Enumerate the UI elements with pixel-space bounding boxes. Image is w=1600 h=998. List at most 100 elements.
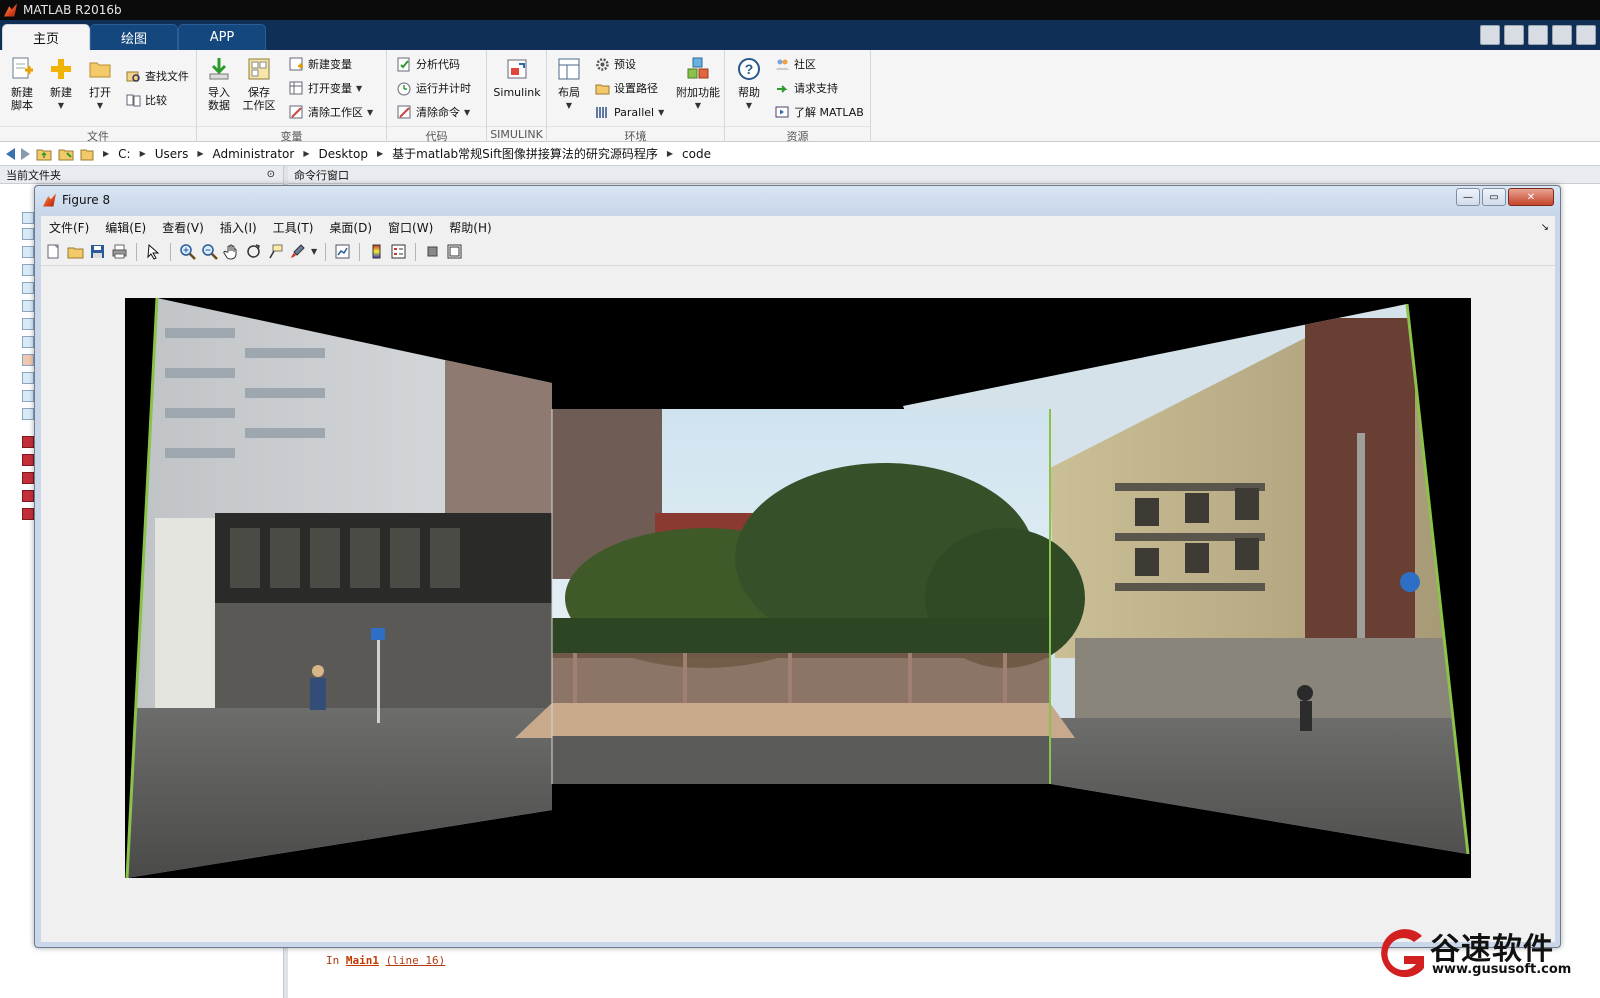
parallel-dropdown-icon[interactable]: ▼ xyxy=(658,108,664,117)
breadcrumb-item[interactable]: Users xyxy=(155,147,189,161)
save-workspace-button[interactable]: 保存 工作区 xyxy=(241,56,277,112)
file-icon[interactable] xyxy=(22,408,34,420)
image-file-icon[interactable] xyxy=(22,436,34,448)
file-icon[interactable] xyxy=(22,264,34,276)
file-icon[interactable] xyxy=(22,372,34,384)
community-button[interactable]: 社区 xyxy=(775,54,816,74)
menu-help[interactable]: 帮助(H) xyxy=(449,219,491,236)
toolstrip-tabs: 主页 绘图 APP xyxy=(0,20,1600,50)
image-file-icon[interactable] xyxy=(22,490,34,502)
colorbar-icon[interactable] xyxy=(368,243,385,260)
quick-access-cut-icon[interactable] xyxy=(1528,25,1548,45)
back-arrow-icon[interactable] xyxy=(6,147,15,160)
hide-plot-tools-icon[interactable] xyxy=(424,243,441,260)
dock-arrow-icon[interactable]: ↘ xyxy=(1541,222,1549,233)
zoom-out-icon[interactable] xyxy=(201,243,218,260)
new-script-button[interactable]: 新建 脚本 xyxy=(4,56,40,112)
data-cursor-icon[interactable] xyxy=(267,243,284,260)
breadcrumb-item[interactable]: 基于matlab常规Sift图像拼接算法的研究源码程序 xyxy=(392,145,658,162)
analyze-code-button[interactable]: 分析代码 xyxy=(397,54,460,74)
compare-button[interactable]: 比较 xyxy=(126,90,167,110)
figure-title-bar[interactable]: Figure 8 — ▭ ✕ xyxy=(35,186,1560,214)
clear-workspace-dropdown-icon[interactable]: ▼ xyxy=(367,108,373,117)
file-icon[interactable] xyxy=(22,300,34,312)
file-icon[interactable] xyxy=(22,390,34,402)
open-button[interactable]: 打开 ▼ xyxy=(82,56,118,112)
menu-window[interactable]: 窗口(W) xyxy=(388,219,433,236)
open-variable-dropdown-icon[interactable]: ▼ xyxy=(356,84,362,93)
new-figure-icon[interactable] xyxy=(45,243,62,260)
file-icon[interactable] xyxy=(22,212,34,224)
breadcrumb-item[interactable]: C: xyxy=(118,147,130,161)
tab-apps[interactable]: APP xyxy=(178,24,266,50)
maximize-button[interactable]: ▭ xyxy=(1482,188,1506,206)
learn-matlab-button[interactable]: 了解 MATLAB xyxy=(775,102,864,122)
save-icon[interactable] xyxy=(89,243,106,260)
pan-hand-icon[interactable] xyxy=(223,243,240,260)
layout-button[interactable]: 布局 ▼ xyxy=(551,56,587,112)
line-link[interactable]: (line 16) xyxy=(386,954,446,967)
new-button[interactable]: 新建 ▼ xyxy=(43,56,79,112)
tab-plots[interactable]: 绘图 xyxy=(90,24,178,50)
quick-access-copy-icon[interactable] xyxy=(1552,25,1572,45)
file-icon[interactable] xyxy=(22,282,34,294)
quick-access-save-icon[interactable] xyxy=(1504,25,1524,45)
brush-dropdown-icon[interactable]: ▼ xyxy=(311,247,317,256)
file-icon[interactable] xyxy=(22,354,34,366)
quick-access-paste-icon[interactable] xyxy=(1576,25,1596,45)
tab-home[interactable]: 主页 xyxy=(2,24,90,50)
browse-folder-icon[interactable] xyxy=(58,147,74,161)
folder-icon xyxy=(80,149,94,160)
legend-icon[interactable] xyxy=(390,243,407,260)
file-icon[interactable] xyxy=(22,336,34,348)
add-ons-button[interactable]: 附加功能 ▼ xyxy=(675,56,721,112)
breadcrumb-item[interactable]: Desktop xyxy=(318,147,368,161)
image-file-icon[interactable] xyxy=(22,508,34,520)
menu-insert[interactable]: 插入(I) xyxy=(220,219,257,236)
clear-commands-button[interactable]: 清除命令 ▼ xyxy=(397,102,470,122)
add-ons-dropdown-icon: ▼ xyxy=(694,101,702,110)
menu-file[interactable]: 文件(F) xyxy=(49,219,89,236)
set-path-button[interactable]: 设置路径 xyxy=(595,78,658,98)
help-button[interactable]: ? 帮助 ▼ xyxy=(731,56,767,112)
forward-arrow-icon[interactable] xyxy=(21,147,30,160)
find-files-button[interactable]: 查找文件 xyxy=(126,66,189,86)
simulink-button[interactable]: Simulink xyxy=(493,56,541,99)
breadcrumb-separator-icon: ▶ xyxy=(103,149,110,158)
preferences-button[interactable]: 预设 xyxy=(595,54,636,74)
pointer-icon[interactable] xyxy=(145,243,162,260)
panel-options-icon[interactable]: ⊙ xyxy=(267,169,275,180)
function-link[interactable]: Main1 xyxy=(346,954,379,967)
file-icon[interactable] xyxy=(22,228,34,240)
clear-commands-dropdown-icon[interactable]: ▼ xyxy=(464,108,470,117)
zoom-in-icon[interactable] xyxy=(179,243,196,260)
print-icon[interactable] xyxy=(111,243,128,260)
import-data-button[interactable]: 导入 数据 xyxy=(201,56,237,112)
run-and-time-button[interactable]: 运行并计时 xyxy=(397,78,471,98)
request-support-button[interactable]: 请求支持 xyxy=(775,78,838,98)
open-file-icon[interactable] xyxy=(67,243,84,260)
menu-desktop[interactable]: 桌面(D) xyxy=(329,219,372,236)
menu-tools[interactable]: 工具(T) xyxy=(273,219,314,236)
close-button[interactable]: ✕ xyxy=(1508,188,1554,206)
menu-view[interactable]: 查看(V) xyxy=(162,219,204,236)
simulink-label: Simulink xyxy=(493,86,541,99)
file-icon[interactable] xyxy=(22,246,34,258)
image-file-icon[interactable] xyxy=(22,454,34,466)
rotate-3d-icon[interactable] xyxy=(245,243,262,260)
breadcrumb-item[interactable]: code xyxy=(682,147,711,161)
brush-icon[interactable] xyxy=(289,243,306,260)
link-plot-icon[interactable] xyxy=(334,243,351,260)
show-plot-tools-icon[interactable] xyxy=(446,243,463,260)
quick-access-new-icon[interactable] xyxy=(1480,25,1500,45)
parallel-button[interactable]: Parallel ▼ xyxy=(595,102,664,122)
new-variable-button[interactable]: 新建变量 xyxy=(289,54,352,74)
open-variable-button[interactable]: 打开变量 ▼ xyxy=(289,78,362,98)
image-file-icon[interactable] xyxy=(22,472,34,484)
clear-workspace-button[interactable]: 清除工作区 ▼ xyxy=(289,102,373,122)
up-folder-icon[interactable] xyxy=(36,147,52,161)
breadcrumb-item[interactable]: Administrator xyxy=(213,147,295,161)
menu-edit[interactable]: 编辑(E) xyxy=(105,219,146,236)
file-icon[interactable] xyxy=(22,318,34,330)
minimize-button[interactable]: — xyxy=(1456,188,1480,206)
